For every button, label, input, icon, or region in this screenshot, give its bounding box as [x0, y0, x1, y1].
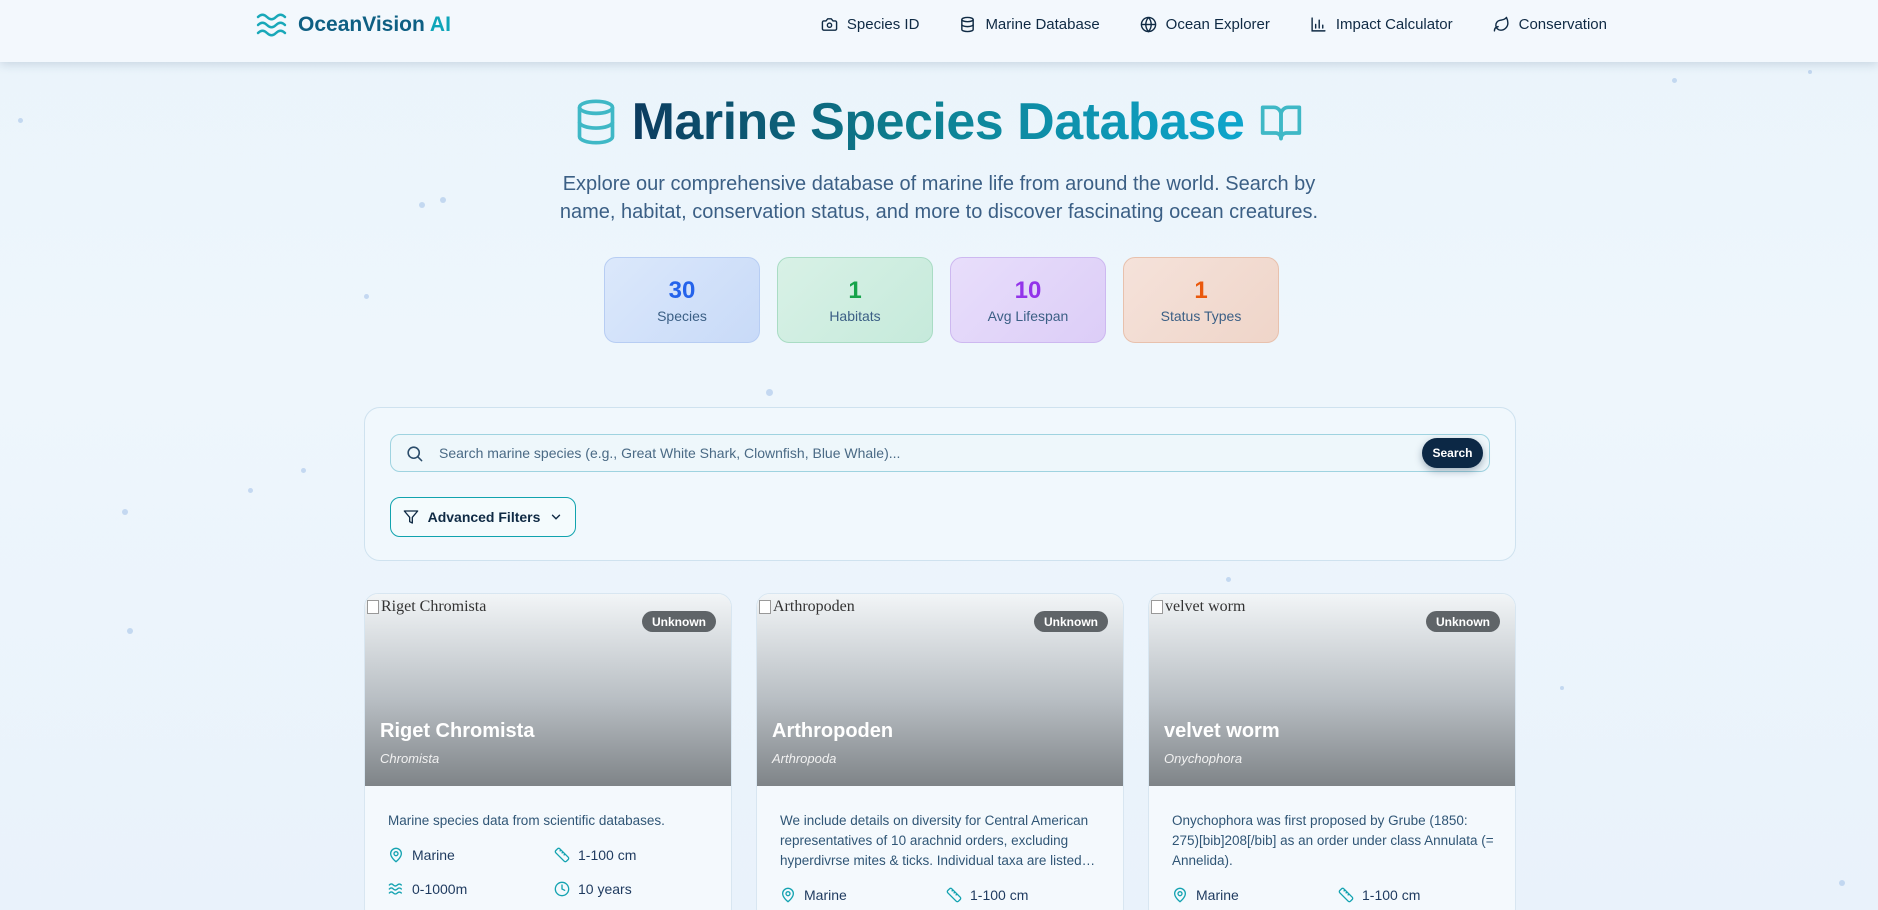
- advanced-filters-button[interactable]: Advanced Filters: [390, 497, 576, 537]
- ruler-icon: [946, 887, 962, 903]
- species-attributes: Marine 1-100 cm 0-1000m 10 years: [388, 847, 718, 897]
- species-description: Marine species data from scientific data…: [388, 813, 665, 828]
- clock-icon: [554, 881, 570, 897]
- stat-status-types: 1 Status Types: [1123, 257, 1279, 343]
- image-alt-text: Riget Chromista: [367, 598, 486, 616]
- species-card[interactable]: Arthropoden Unknown Arthropoden Arthropo…: [756, 593, 1124, 910]
- attr-depth: 0-1000m: [388, 881, 554, 897]
- scientific-name: Chromista: [380, 751, 440, 766]
- attr-habitat: Marine: [388, 847, 554, 863]
- brand-name: OceanVision AI: [298, 13, 451, 36]
- ruler-icon: [1338, 887, 1354, 903]
- status-badge: Unknown: [642, 611, 716, 632]
- stats-row: 30 Species 1 Habitats 10 Avg Lifespan 1 …: [604, 257, 1279, 343]
- species-name: Arthropoden: [772, 720, 894, 742]
- species-attributes: Marine 1-100 cm: [780, 887, 1110, 903]
- hero-heading: Marine Species Database: [0, 92, 1878, 152]
- bar-chart-icon: [1311, 17, 1326, 32]
- camera-icon: [821, 18, 838, 31]
- waves-icon: [388, 883, 402, 895]
- nav-conservation[interactable]: Conservation: [1493, 16, 1607, 33]
- species-description: We include details on diversity for Cent…: [780, 813, 1089, 868]
- book-open-icon: [1261, 105, 1302, 141]
- page-subtitle: Explore our comprehensive database of ma…: [559, 173, 1319, 223]
- search-panel: Search Advanced Filters: [364, 407, 1516, 561]
- globe-icon: [1140, 16, 1156, 33]
- nav-links: Species ID Marine Database Ocean Explore…: [821, 16, 1607, 33]
- scientific-name: Onychophora: [1164, 751, 1243, 766]
- database-icon: [961, 16, 975, 33]
- nav-ocean-explorer[interactable]: Ocean Explorer: [1140, 16, 1270, 33]
- chevron-down-icon: [552, 514, 561, 520]
- species-card[interactable]: Riget Chromista Unknown Riget Chromista …: [364, 593, 732, 910]
- leaf-icon: [1493, 16, 1509, 32]
- attr-size: 1-100 cm: [554, 847, 714, 863]
- database-icon: [577, 99, 614, 145]
- stat-habitats: 1 Habitats: [777, 257, 933, 343]
- image-alt-text: velvet worm: [1151, 598, 1245, 616]
- species-card[interactable]: velvet worm Unknown velvet worm Onychoph…: [1148, 593, 1516, 910]
- filter-icon: [403, 510, 418, 524]
- status-badge: Unknown: [1034, 611, 1108, 632]
- scientific-name: Arthropoda: [772, 751, 837, 766]
- map-pin-icon: [389, 847, 403, 863]
- species-name: velvet worm: [1164, 720, 1280, 742]
- page-title: Marine Species Database: [631, 93, 1245, 151]
- attr-lifespan: 10 years: [554, 881, 714, 897]
- status-badge: Unknown: [1426, 611, 1500, 632]
- waves-icon: [256, 13, 287, 37]
- map-pin-icon: [781, 887, 795, 903]
- search-bar: Search: [390, 434, 1490, 472]
- species-image: velvet worm Unknown velvet worm Onychoph…: [1149, 594, 1515, 786]
- species-image: Arthropoden Unknown Arthropoden Arthropo…: [757, 594, 1123, 786]
- search-input[interactable]: [439, 435, 1399, 471]
- species-description: Onychophora was first proposed by Grube …: [1172, 813, 1494, 868]
- nav-impact-calculator[interactable]: Impact Calculator: [1310, 16, 1453, 33]
- nav-species-id[interactable]: Species ID: [821, 16, 919, 33]
- search-icon: [407, 446, 423, 462]
- attr-habitat: Marine: [1172, 887, 1338, 903]
- species-image: Riget Chromista Unknown Riget Chromista …: [365, 594, 731, 786]
- species-name: Riget Chromista: [380, 720, 535, 742]
- attr-size: 1-100 cm: [1338, 887, 1498, 903]
- stat-species: 30 Species: [604, 257, 760, 343]
- stat-avg-lifespan: 10 Avg Lifespan: [950, 257, 1106, 343]
- nav-marine-database[interactable]: Marine Database: [959, 16, 1100, 33]
- species-attributes: Marine 1-100 cm: [1172, 887, 1502, 903]
- search-button[interactable]: Search: [1422, 438, 1483, 468]
- top-navbar: OceanVision AI Species ID Marine Databas…: [0, 0, 1878, 62]
- attr-size: 1-100 cm: [946, 887, 1106, 903]
- map-pin-icon: [1173, 887, 1187, 903]
- attr-habitat: Marine: [780, 887, 946, 903]
- brand-logo[interactable]: OceanVision AI: [256, 12, 451, 38]
- image-alt-text: Arthropoden: [759, 598, 855, 616]
- ruler-icon: [554, 847, 570, 863]
